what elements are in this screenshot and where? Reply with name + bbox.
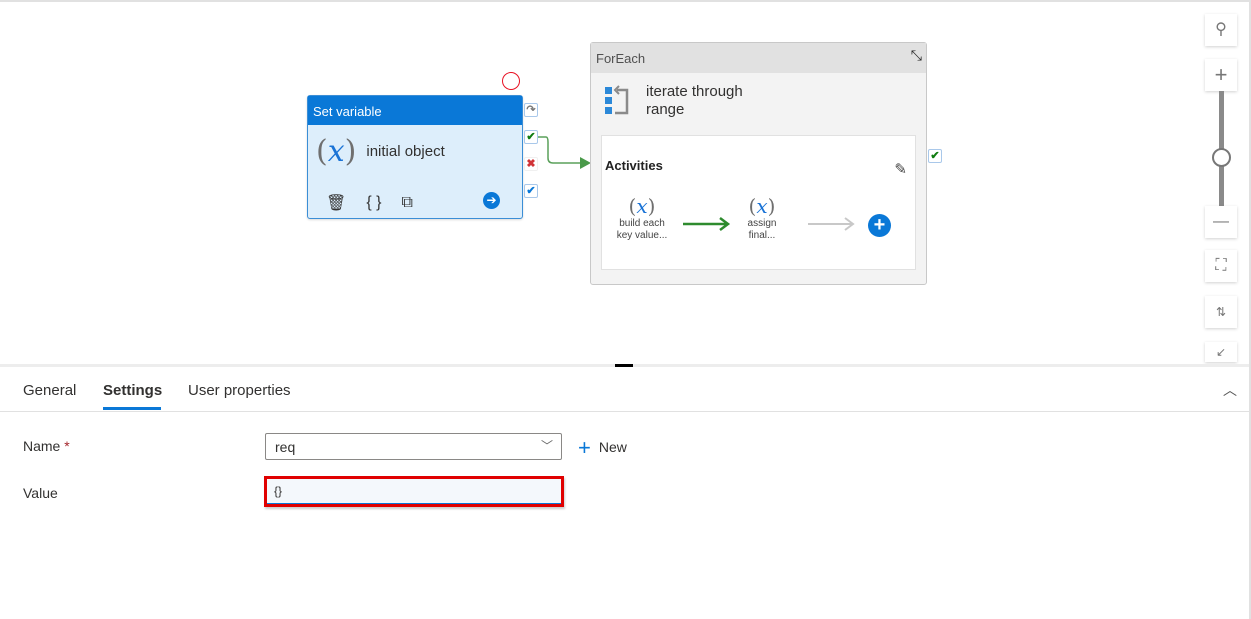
fit-to-screen-icon[interactable]: ⛶ (1205, 250, 1237, 282)
edit-icon[interactable]: ✎ (894, 160, 907, 178)
success-port[interactable]: ✔ (524, 130, 538, 144)
foreach-activity[interactable]: ForEach ⤡ iterate through range Activiti… (590, 42, 927, 285)
inner-activity[interactable]: (x) assign final... (740, 194, 784, 242)
annotation-circle (502, 72, 520, 90)
collapse-all-icon[interactable]: ↙ (1205, 342, 1237, 362)
zoom-in-button[interactable]: + (1205, 59, 1237, 91)
failure-port[interactable]: ✖ (524, 157, 538, 171)
selected-value: req (275, 439, 296, 455)
activity-type-label: Set variable (308, 96, 522, 125)
variable-icon: (x) (628, 194, 656, 218)
set-variable-activity[interactable]: Set variable (x) initial object 🗑 { } ⧉ … (307, 95, 523, 219)
zoom-out-button[interactable]: — (1205, 206, 1237, 238)
auto-align-icon[interactable]: ⇅ (1205, 296, 1237, 328)
activity-name: iterate through range (646, 83, 743, 118)
value-input[interactable]: {} (264, 476, 564, 507)
activity-name: initial object (366, 142, 445, 160)
activities-label: Activities (605, 158, 663, 173)
tab-general[interactable]: General (23, 382, 76, 399)
zoom-slider-thumb[interactable] (1212, 148, 1231, 167)
success-connector (538, 136, 580, 164)
new-variable-button[interactable]: + New (578, 435, 627, 461)
plus-icon: + (578, 435, 591, 460)
variable-name-select[interactable]: req ﹀ (265, 433, 562, 460)
code-icon[interactable]: { } (366, 194, 381, 212)
properties-tabs: General Settings User properties (0, 367, 1249, 412)
completion-port[interactable]: ✔ (524, 184, 538, 198)
tab-user-properties[interactable]: User properties (188, 382, 291, 399)
chevron-up-icon[interactable]: ︿ (1223, 380, 1237, 400)
name-label: Name * (23, 438, 70, 454)
collapse-icon[interactable]: ⤡ (911, 47, 922, 64)
activity-type-label: ForEach (591, 43, 926, 73)
value-label: Value (23, 485, 58, 501)
required-mark: * (64, 438, 70, 454)
delete-icon[interactable]: 🗑 (326, 193, 346, 213)
pending-arrow (808, 217, 855, 231)
variable-icon: (x) (316, 133, 357, 169)
skip-port[interactable]: ↷ (524, 103, 538, 117)
chevron-down-icon: ﹀ (540, 439, 553, 453)
copy-icon[interactable]: ⧉ (401, 194, 412, 212)
add-activity-button[interactable]: + (868, 214, 891, 237)
search-icon[interactable]: ⚲ (1205, 14, 1237, 46)
active-tab-indicator (103, 407, 161, 410)
activities-container[interactable]: Activities ✎ (x) build each key value...… (601, 135, 916, 270)
inner-activity[interactable]: (x) build each key value... (612, 194, 672, 242)
foreach-icon (605, 85, 629, 115)
arrow-right-icon[interactable]: ➔ (483, 192, 500, 209)
tab-settings[interactable]: Settings (103, 382, 162, 399)
foreach-success-port[interactable]: ✔ (928, 149, 942, 163)
success-arrow (683, 217, 731, 231)
variable-icon: (x) (748, 194, 776, 218)
